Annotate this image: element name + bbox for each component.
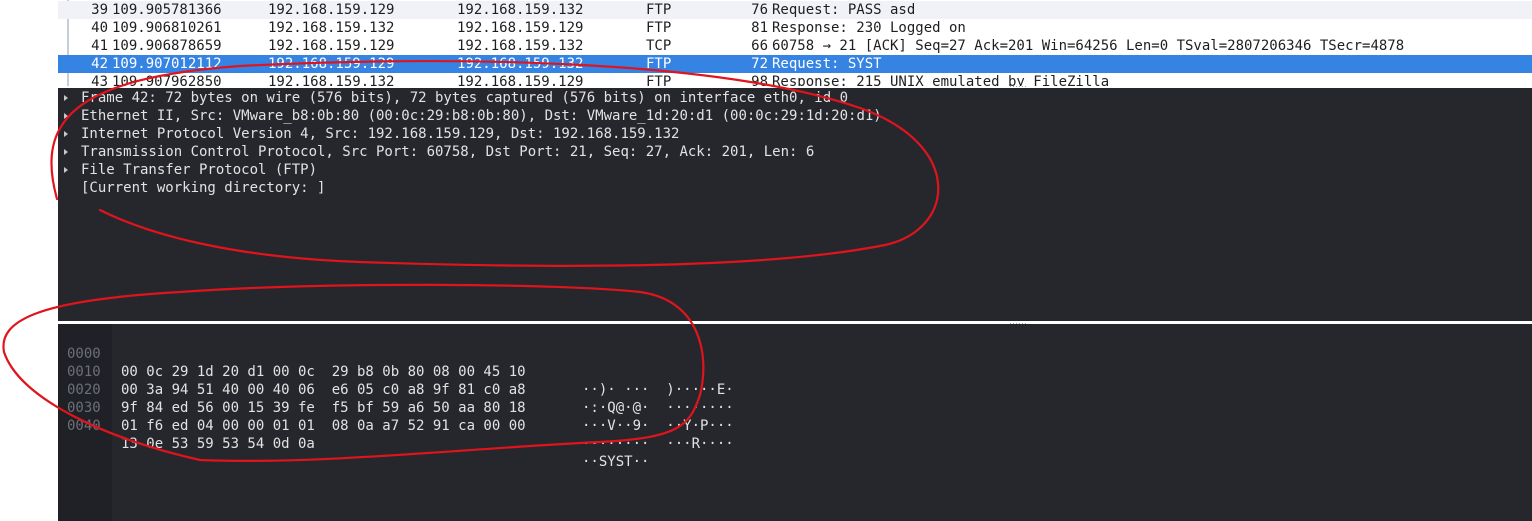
packet-info: Request: SYST bbox=[772, 56, 882, 72]
packet-destination: 192.168.159.132 bbox=[457, 38, 584, 54]
packet-length: 98 bbox=[751, 74, 768, 86]
packet-time: 109.906810261 bbox=[112, 20, 222, 36]
packet-row-41[interactable]: 41 109.906878659 192.168.159.129 192.168… bbox=[58, 37, 1532, 55]
packet-time: 109.905781366 bbox=[112, 2, 222, 18]
packet-row-40[interactable]: 40 109.906810261 192.168.159.132 192.168… bbox=[58, 19, 1532, 37]
hex-row[interactable]: 0000 00 0c 29 1d 20 d1 00 0c 29 b8 0b 80… bbox=[58, 327, 1532, 398]
detail-row-frame[interactable]: Frame 42: 72 bytes on wire (576 bits), 7… bbox=[58, 89, 1532, 107]
packet-time: 109.907962850 bbox=[112, 74, 222, 86]
packet-info: Request: PASS asd bbox=[772, 2, 916, 18]
hex-row[interactable]: 0010 00 3a 94 51 40 00 40 06 e6 05 c0 a8… bbox=[58, 345, 1532, 416]
packet-length: 81 bbox=[751, 20, 768, 36]
packet-time: 109.906878659 bbox=[112, 38, 222, 54]
packet-number: 41 bbox=[91, 38, 108, 54]
packet-source: 192.168.159.132 bbox=[268, 20, 395, 36]
packet-protocol: FTP bbox=[646, 2, 672, 18]
detail-row-ethernet[interactable]: Ethernet II, Src: VMware_b8:0b:80 (00:0c… bbox=[58, 107, 1532, 125]
expand-arrow-icon[interactable] bbox=[64, 131, 68, 137]
packet-destination: 192.168.159.132 bbox=[457, 56, 584, 72]
hex-row[interactable]: 0020 9f 84 ed 56 00 15 39 fe f5 bf 59 a6… bbox=[58, 363, 1532, 434]
detail-row-tcp[interactable]: Transmission Control Protocol, Src Port:… bbox=[58, 143, 1532, 161]
hex-bytes[interactable]: 13 0e 53 59 53 54 0d 0a bbox=[121, 435, 315, 453]
expand-arrow-icon[interactable] bbox=[64, 95, 68, 101]
packet-time: 109.907012112 bbox=[112, 56, 222, 72]
hex-ascii[interactable]: ········ ···R···· bbox=[582, 435, 734, 453]
packet-row-39[interactable]: 39 109.905781366 192.168.159.129 192.168… bbox=[58, 1, 1532, 19]
expand-arrow-icon[interactable] bbox=[64, 149, 68, 155]
packet-number: 40 bbox=[91, 20, 108, 36]
hex-row[interactable]: 0030 01 f6 ed 04 00 00 01 01 08 0a a7 52… bbox=[58, 381, 1532, 452]
detail-label: [Current working directory: ] bbox=[81, 180, 326, 196]
packet-length: 72 bbox=[751, 56, 768, 72]
packet-protocol: TCP bbox=[646, 38, 672, 54]
packet-length: 66 bbox=[751, 38, 768, 54]
packet-destination: 192.168.159.129 bbox=[457, 74, 584, 86]
hex-ascii[interactable]: ··SYST·· bbox=[582, 453, 649, 471]
packet-source: 192.168.159.132 bbox=[268, 74, 395, 86]
hex-offset: 0040 bbox=[67, 418, 101, 434]
hex-bytes[interactable]: 01 f6 ed 04 00 00 01 01 08 0a a7 52 91 c… bbox=[121, 417, 526, 435]
packet-number: 39 bbox=[91, 2, 108, 18]
packet-source: 192.168.159.129 bbox=[268, 56, 395, 72]
hex-row[interactable]: 0040 13 0e 53 59 53 54 0d 0a ··SYST·· bbox=[58, 399, 1532, 470]
packet-destination: 192.168.159.132 bbox=[457, 2, 584, 18]
packet-protocol: FTP bbox=[646, 74, 672, 86]
packet-number: 42 bbox=[91, 56, 108, 72]
detail-label: Internet Protocol Version 4, Src: 192.16… bbox=[81, 126, 680, 142]
packet-protocol: FTP bbox=[646, 20, 672, 36]
detail-label: Ethernet II, Src: VMware_b8:0b:80 (00:0c… bbox=[81, 108, 882, 124]
packet-source: 192.168.159.129 bbox=[268, 38, 395, 54]
packet-protocol: FTP bbox=[646, 56, 672, 72]
hex-ascii[interactable]: ···V··9· ··Y·P··· bbox=[582, 417, 734, 435]
expand-arrow-icon[interactable] bbox=[64, 167, 68, 173]
packet-info: 60758 → 21 [ACK] Seq=27 Ack=201 Win=6425… bbox=[772, 38, 1405, 54]
detail-row-cwd[interactable]: [Current working directory: ] bbox=[58, 179, 1532, 197]
packet-row-43[interactable]: 43 109.907962850 192.168.159.132 192.168… bbox=[58, 73, 1532, 86]
packet-destination: 192.168.159.129 bbox=[457, 20, 584, 36]
packet-bytes-pane[interactable]: 0000 00 0c 29 1d 20 d1 00 0c 29 b8 0b 80… bbox=[58, 324, 1532, 521]
packet-info: Response: 215 UNIX emulated by FileZilla bbox=[772, 74, 1110, 86]
detail-row-ftp[interactable]: File Transfer Protocol (FTP) bbox=[58, 161, 1532, 179]
packet-source: 192.168.159.129 bbox=[268, 2, 395, 18]
packet-list[interactable]: 39 109.905781366 192.168.159.129 192.168… bbox=[58, 0, 1532, 86]
packet-row-42-selected[interactable]: 42 109.907012112 192.168.159.129 192.168… bbox=[58, 55, 1532, 73]
detail-label: Transmission Control Protocol, Src Port:… bbox=[81, 144, 815, 160]
packet-number: 43 bbox=[91, 74, 108, 86]
detail-label: File Transfer Protocol (FTP) bbox=[81, 162, 318, 178]
packet-info: Response: 230 Logged on bbox=[772, 20, 966, 36]
packet-length: 76 bbox=[751, 2, 768, 18]
expand-arrow-icon[interactable] bbox=[64, 113, 68, 119]
detail-row-ipv4[interactable]: Internet Protocol Version 4, Src: 192.16… bbox=[58, 125, 1532, 143]
detail-label: Frame 42: 72 bytes on wire (576 bits), 7… bbox=[81, 90, 849, 106]
packet-details-tree[interactable]: Frame 42: 72 bytes on wire (576 bits), 7… bbox=[58, 88, 1532, 321]
